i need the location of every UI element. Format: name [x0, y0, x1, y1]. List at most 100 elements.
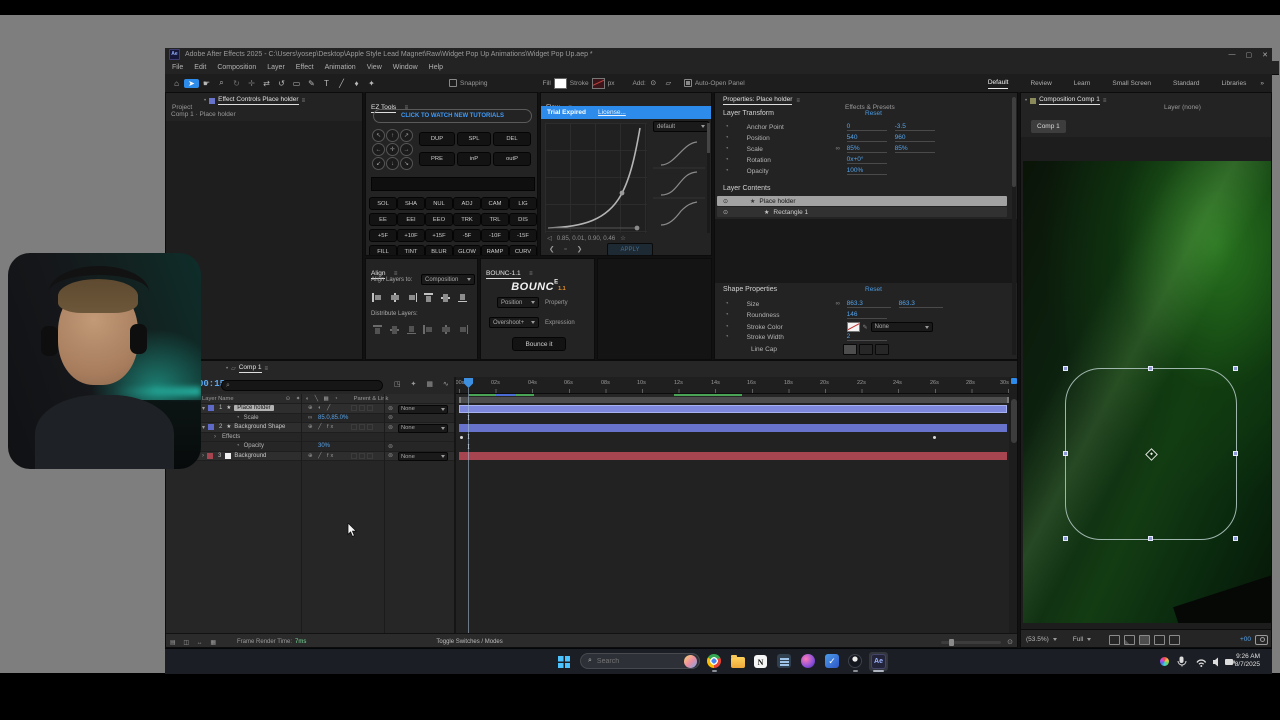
- ez-anchor-t[interactable]: ↑: [386, 129, 399, 142]
- bounce-property-dropdown[interactable]: Position: [497, 297, 539, 308]
- ez-eei-button[interactable]: EEI: [397, 213, 425, 226]
- ez-ramp-button[interactable]: RAMP: [481, 245, 509, 256]
- ez-anchor-br[interactable]: ↘: [400, 157, 413, 170]
- link-icon[interactable]: ∞: [308, 415, 312, 421]
- ez-blur-button[interactable]: BLUR: [425, 245, 453, 256]
- keyframe-dot[interactable]: [460, 436, 463, 439]
- contents-item-place-holder[interactable]: Place holder: [759, 198, 795, 205]
- pick-whip-icon[interactable]: ⊚: [388, 414, 393, 421]
- stopwatch-icon[interactable]: ◔: [725, 334, 729, 340]
- add-target-icon[interactable]: ⊙: [646, 79, 661, 87]
- comp-viewport[interactable]: [1023, 161, 1271, 623]
- tray-date[interactable]: 8/7/2025: [1235, 661, 1260, 669]
- ez-glow-button[interactable]: GLOW: [453, 245, 481, 256]
- keyframe-dot[interactable]: [933, 436, 936, 439]
- panel-menu-icon[interactable]: ≡: [302, 98, 306, 104]
- hand-tool-icon[interactable]: ☛: [199, 79, 214, 88]
- layer-bar-3[interactable]: [459, 452, 1007, 460]
- timeline-search-box[interactable]: ⌕: [221, 380, 383, 391]
- comp-breadcrumb-chip[interactable]: Comp 1: [1031, 120, 1066, 133]
- align-hcenter-icon[interactable]: [389, 293, 400, 302]
- ez-tint-button[interactable]: TINT: [397, 245, 425, 256]
- workspace-learn[interactable]: Learn: [1074, 78, 1091, 89]
- tab-properties[interactable]: Properties: Place holder: [723, 96, 792, 105]
- ez-trk-button[interactable]: TRK: [453, 213, 481, 226]
- comp-menu-icon[interactable]: ≡: [1103, 98, 1107, 104]
- eye-icon[interactable]: ⊙: [723, 209, 728, 216]
- home-tool-icon[interactable]: ⌂: [169, 79, 184, 88]
- ez-tutorials-banner[interactable]: CLICK TO WATCH NEW TUTORIALS: [373, 109, 532, 123]
- stopwatch-icon[interactable]: ◔: [725, 324, 729, 330]
- text-tool-icon[interactable]: T: [319, 79, 334, 88]
- taskbar-search[interactable]: ⌕: [580, 653, 700, 669]
- size-x-value[interactable]: 863.3: [847, 300, 891, 308]
- app-circle-icon[interactable]: [801, 654, 815, 668]
- distribute-left-icon[interactable]: [423, 325, 434, 334]
- properties-menu-icon[interactable]: ≡: [796, 98, 800, 104]
- ez-sol-button[interactable]: SOL: [369, 197, 397, 210]
- comp-marker-button[interactable]: [1011, 378, 1017, 384]
- position-y-value[interactable]: 960: [895, 134, 935, 142]
- shape-handle-r[interactable]: [1233, 451, 1238, 456]
- ez-trl-button[interactable]: TRL: [481, 213, 509, 226]
- bounce-expression-dropdown[interactable]: Overshoot+: [489, 317, 539, 328]
- ez-p5f-button[interactable]: +5F: [369, 229, 397, 242]
- align-right-icon[interactable]: [406, 293, 417, 302]
- layer-bar-1[interactable]: [459, 405, 1007, 413]
- snapping-checkbox[interactable]: [449, 79, 457, 87]
- ez-adj-button[interactable]: ADJ: [453, 197, 481, 210]
- layer-switches[interactable]: ⊕ ╱ fx: [308, 453, 335, 459]
- orbit-tool-icon[interactable]: ↻: [229, 79, 244, 88]
- stopwatch-icon[interactable]: ◔: [725, 312, 729, 318]
- shape-handle-tr[interactable]: [1233, 366, 1238, 371]
- stroke-color-dropdown[interactable]: None: [871, 322, 933, 332]
- layer-color-label[interactable]: [208, 424, 214, 430]
- stroke-color-swatch[interactable]: [847, 322, 860, 332]
- flow-stop-icon[interactable]: ▫: [564, 246, 566, 253]
- stroke-label[interactable]: Stroke: [570, 80, 589, 87]
- rotate-tool-icon[interactable]: ⇄: [259, 79, 274, 88]
- star-tool-icon[interactable]: ✦: [364, 79, 379, 88]
- align-bottom-icon[interactable]: [457, 293, 468, 302]
- flow-apply-button[interactable]: APPLY: [607, 243, 653, 256]
- resolution-dropdown[interactable]: Full: [1073, 636, 1083, 643]
- ez-p10f-button[interactable]: +10F: [397, 229, 425, 242]
- tab-timeline-comp[interactable]: Comp 1: [239, 364, 262, 373]
- ez-spl-button[interactable]: SPL: [457, 132, 491, 146]
- roundness-value[interactable]: 146: [847, 311, 887, 319]
- line-cap-square-button[interactable]: [875, 344, 889, 355]
- menu-view[interactable]: View: [367, 64, 382, 71]
- flow-next-icon[interactable]: ❯: [577, 245, 582, 253]
- stroke-swatch[interactable]: [592, 78, 605, 89]
- ez-anchor-l[interactable]: ←: [372, 143, 385, 156]
- ez-nul-button[interactable]: NUL: [425, 197, 453, 210]
- flow-license-link[interactable]: License...: [598, 109, 626, 116]
- flow-prev-icon[interactable]: ❮: [549, 245, 554, 253]
- scale-x-value[interactable]: 85%: [847, 145, 887, 153]
- workspace-default[interactable]: Default: [988, 77, 1009, 89]
- ez-lig-button[interactable]: LIG: [509, 197, 537, 210]
- minimize-button[interactable]: —: [1229, 51, 1236, 58]
- size-y-value[interactable]: 863.3: [899, 300, 943, 308]
- align-left-icon[interactable]: [372, 293, 383, 302]
- layer-color-label[interactable]: [207, 453, 213, 459]
- layer-row-2[interactable]: ▾ 2 ★ Background Shape ⊕ ╱ fx ⊚ None: [166, 423, 456, 433]
- parent-dropdown-1[interactable]: None: [398, 405, 448, 414]
- switch-cell[interactable]: [367, 453, 373, 459]
- chrome-icon[interactable]: [707, 654, 721, 668]
- twirl-icon[interactable]: ▾: [202, 424, 205, 431]
- after-effects-taskbar-icon[interactable]: Ae: [871, 654, 886, 669]
- shape-handle-t[interactable]: [1148, 366, 1153, 371]
- ez-m5f-button[interactable]: -5F: [453, 229, 481, 242]
- mask-visibility-icon[interactable]: [1139, 635, 1150, 645]
- camera-icon[interactable]: [1255, 635, 1268, 645]
- ez-fill-button[interactable]: FILL: [369, 245, 397, 256]
- ez-curv-button[interactable]: CURV: [509, 245, 537, 256]
- pen-tool-icon[interactable]: ✎: [304, 79, 319, 88]
- link-icon[interactable]: ∞: [836, 146, 847, 152]
- pick-whip-icon[interactable]: ⊚: [388, 424, 393, 431]
- add-folder-icon[interactable]: ▱: [661, 79, 676, 87]
- property-row-scale[interactable]: ◔ Scale ∞ 85.0,85.0% ⊚: [166, 414, 456, 424]
- switch-cell[interactable]: [359, 424, 365, 430]
- layer-switches[interactable]: ⊕ ╱ fx: [308, 424, 335, 430]
